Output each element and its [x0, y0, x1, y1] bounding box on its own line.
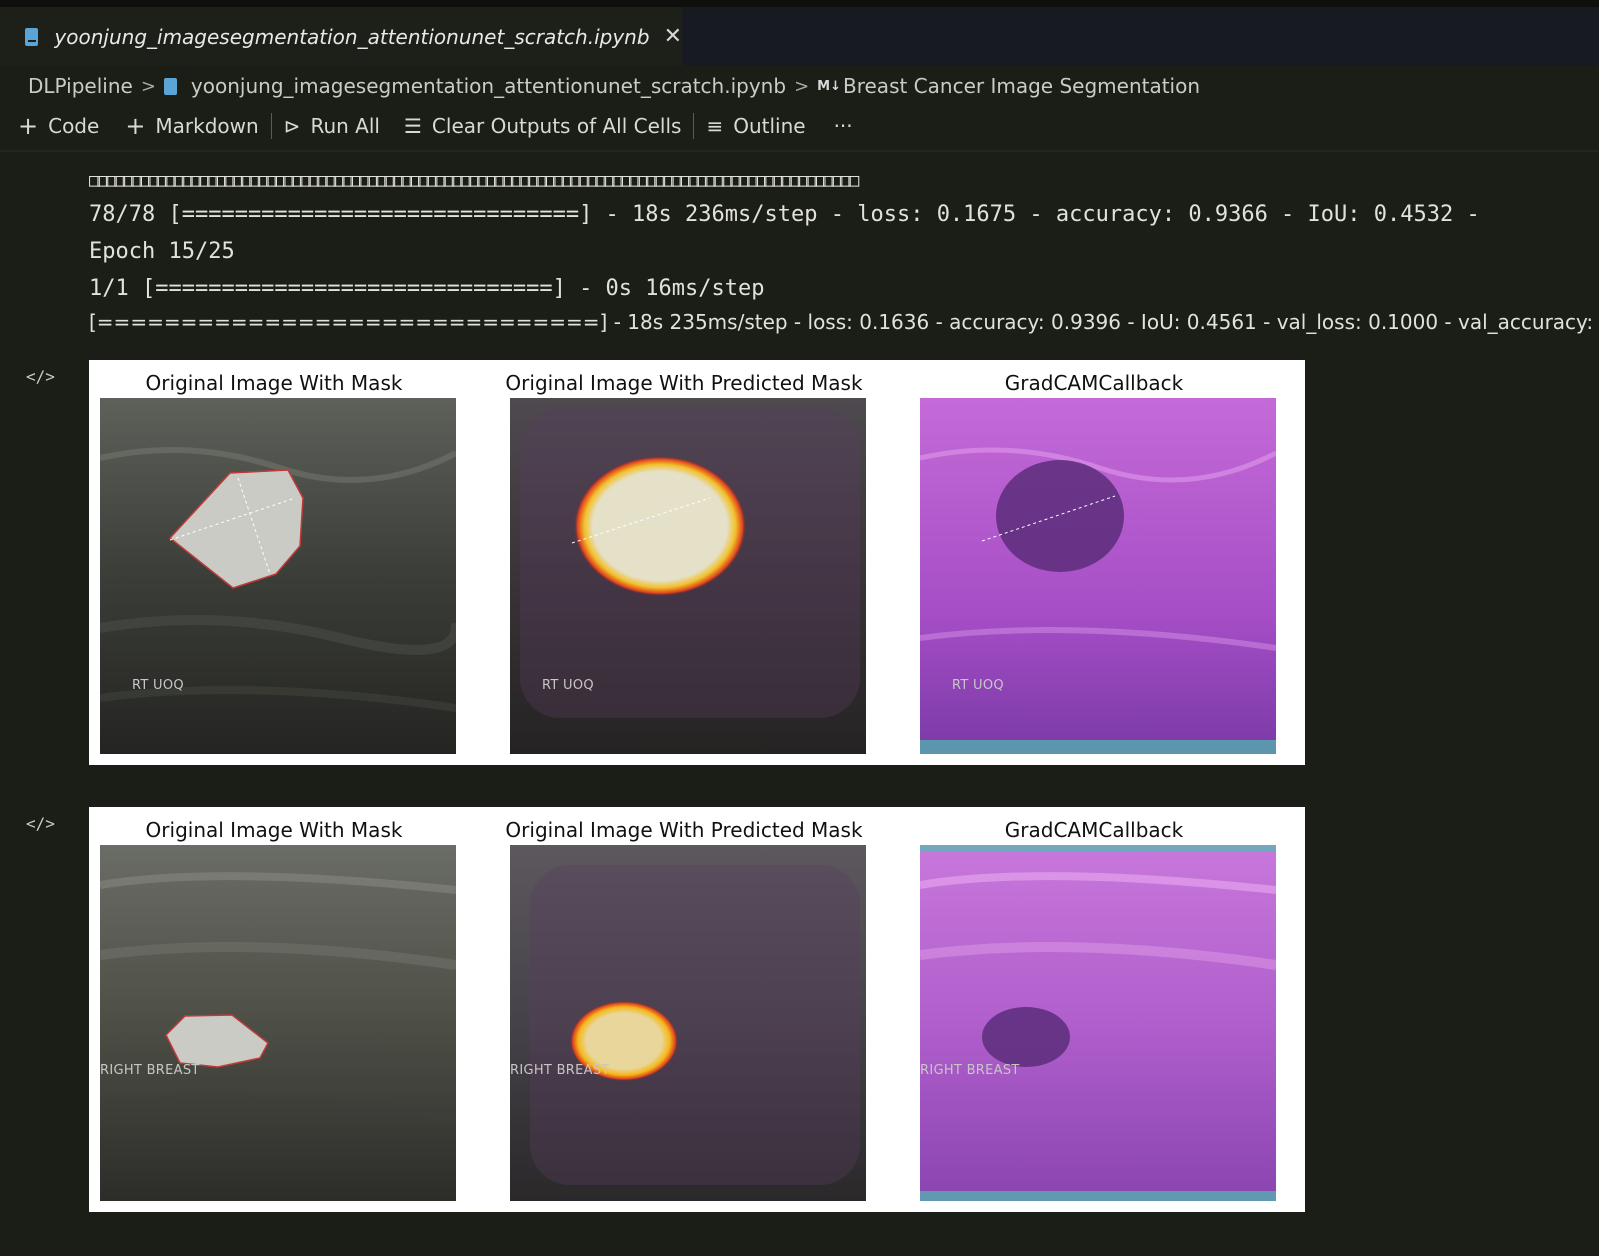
add-code-label: Code [48, 114, 100, 138]
output-glyph-line: □□□□□□□□□□□□□□□□□□□□□□□□□□□□□□□□□□□□□□□□… [89, 170, 859, 191]
ultrasound-image-with-mask: RIGHT BREAST [100, 845, 456, 1201]
clear-outputs-label: Clear Outputs of All Cells [431, 114, 682, 138]
outline-list-icon: ≡ [706, 114, 724, 138]
chevron-right-icon: > [794, 75, 810, 97]
notebook-file-icon [163, 77, 177, 95]
image-annotation-label: RT UOQ [132, 678, 184, 693]
image-annotation-label: RIGHT BREAST [100, 1063, 200, 1078]
output-epoch-line: Epoch 15/25 [89, 239, 235, 264]
output-step-line: 1/1 [==============================] - 0… [89, 276, 765, 301]
ultrasound-image-predicted-mask: RT UOQ [510, 398, 866, 754]
clear-all-icon: ☰ [403, 114, 422, 138]
add-markdown-label: Markdown [155, 114, 259, 138]
plus-icon: + [18, 112, 39, 140]
run-all-label: Run All [310, 114, 380, 138]
breadcrumb: DLPipeline > yoonjung_imagesegmentation_… [28, 72, 1200, 100]
tab-title[interactable]: yoonjung_imagesegmentation_attentionunet… [54, 25, 649, 49]
image-annotation-label: RT UOQ [952, 678, 1004, 693]
editor-tab-bar: yoonjung_imagesegmentation_attentionunet… [0, 7, 1599, 66]
panel-title: Original Image With Predicted Mask [505, 818, 863, 842]
notebook-toolbar: + Code + Markdown ⊳ Run All ☰ Clear Outp… [18, 110, 853, 142]
panel-title: Original Image With Predicted Mask [505, 371, 863, 395]
cell-output-text: □□□□□□□□□□□□□□□□□□□□□□□□□□□□□□□□□□□□□□□□… [89, 166, 1599, 337]
run-all-icon: ⊳ [283, 114, 301, 138]
output-progress-line: 78/78 [==============================] -… [89, 202, 1480, 227]
toolbar-separator [0, 150, 1599, 152]
panel-title: GradCAMCallback [1004, 371, 1184, 395]
breadcrumb-file[interactable]: yoonjung_imagesegmentation_attentionunet… [191, 74, 786, 98]
add-markdown-cell-button[interactable]: + Markdown [125, 112, 258, 140]
markdown-icon: M↓ [817, 78, 841, 94]
output-figure: Original Image With Mask Original Image … [89, 360, 1305, 765]
notebook-tab[interactable]: yoonjung_imagesegmentation_attentionunet… [0, 7, 682, 66]
clear-outputs-button[interactable]: ☰ Clear Outputs of All Cells [404, 114, 681, 138]
add-code-cell-button[interactable]: + Code [18, 112, 99, 140]
panel-title: Original Image With Mask [145, 818, 403, 842]
image-annotation-label: RIGHT BREAST [510, 1063, 610, 1078]
toolbar-divider [270, 113, 272, 139]
close-icon[interactable]: ✕ [664, 24, 682, 49]
breadcrumb-section[interactable]: Breast Cancer Image Segmentation [843, 74, 1200, 98]
breadcrumb-root[interactable]: DLPipeline [28, 74, 133, 98]
image-annotation-label: RIGHT BREAST [920, 1063, 1020, 1078]
output-cell-marker[interactable]: </> [26, 814, 55, 833]
more-icon: ··· [833, 114, 853, 138]
window-top-strip [0, 0, 1599, 7]
gradcam-heatmap-image: RIGHT BREAST [920, 845, 1276, 1201]
run-all-button[interactable]: ⊳ Run All [284, 114, 380, 138]
panel-title: Original Image With Mask [145, 371, 403, 395]
output-figure: Original Image With Mask Original Image … [89, 807, 1305, 1212]
more-actions-button[interactable]: ··· [834, 114, 853, 138]
plus-icon: + [125, 112, 146, 140]
outline-button[interactable]: ≡ Outline [706, 114, 805, 138]
gradcam-heatmap-image: RT UOQ [920, 398, 1276, 754]
toolbar-divider [693, 113, 695, 139]
ultrasound-image-predicted-mask: RIGHT BREAST [510, 845, 866, 1201]
panel-title: GradCAMCallback [1004, 818, 1184, 842]
chevron-right-icon: > [140, 75, 156, 97]
notebook-file-icon [25, 27, 39, 46]
output-metrics-line: [==============================] - 18s 2… [89, 310, 1599, 334]
output-cell-marker[interactable]: </> [26, 367, 55, 386]
outline-label: Outline [733, 114, 806, 138]
ultrasound-image-with-mask: RT UOQ [100, 398, 456, 754]
image-annotation-label: RT UOQ [542, 678, 594, 693]
